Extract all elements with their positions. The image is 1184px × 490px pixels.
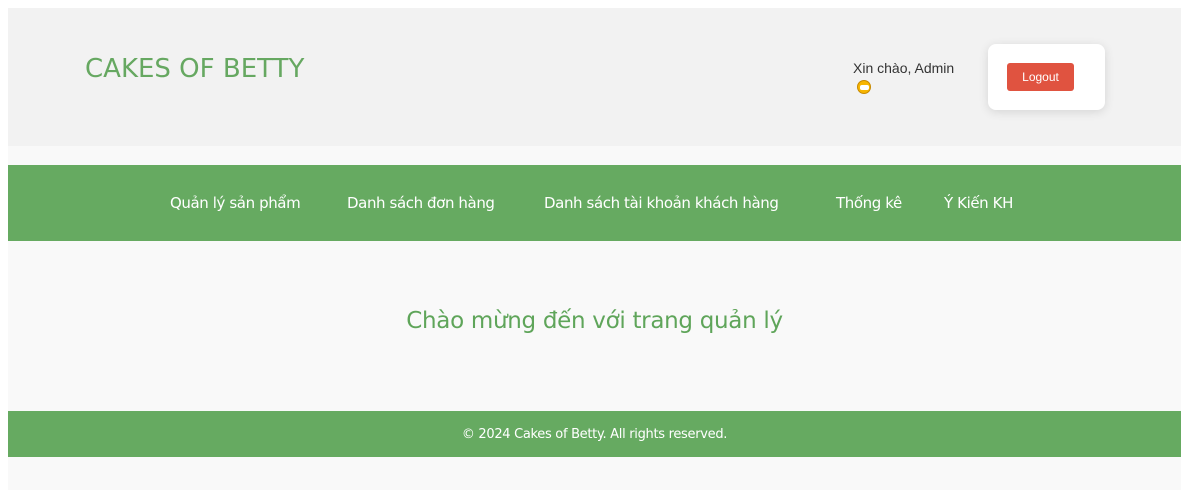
- smiling-face-icon: [857, 80, 871, 94]
- nav-item-customer-accounts[interactable]: Danh sách tài khoản khách hàng: [544, 194, 779, 212]
- footer: © 2024 Cakes of Betty. All rights reserv…: [8, 411, 1181, 457]
- nav-item-orders[interactable]: Danh sách đơn hàng: [347, 194, 495, 212]
- main-nav: Quản lý sản phẩm Danh sách đơn hàng Danh…: [8, 165, 1181, 241]
- welcome-heading: Chào mừng đến với trang quản lý: [406, 308, 783, 334]
- header: CAKES OF BETTY Xin chào, Admin Logout: [8, 8, 1181, 146]
- nav-item-products[interactable]: Quản lý sản phẩm: [170, 194, 301, 212]
- footer-copyright: © 2024 Cakes of Betty. All rights reserv…: [461, 427, 728, 442]
- nav-item-feedback[interactable]: Ý Kiến KH: [944, 194, 1013, 212]
- nav-item-statistics[interactable]: Thống kê: [836, 194, 902, 212]
- page: CAKES OF BETTY Xin chào, Admin Logout Qu…: [8, 8, 1181, 490]
- site-title: CAKES OF BETTY: [85, 54, 305, 84]
- logout-button[interactable]: Logout: [1007, 63, 1074, 91]
- greeting-text: Xin chào, Admin: [853, 60, 955, 76]
